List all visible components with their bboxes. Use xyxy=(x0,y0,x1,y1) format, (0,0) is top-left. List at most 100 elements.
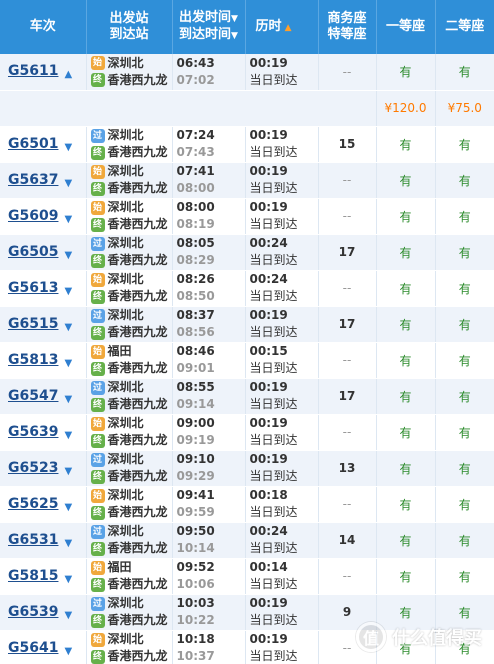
expand-down-icon[interactable]: ▼ xyxy=(64,394,72,405)
table-row[interactable]: G5611 ▲ 始深圳北终香港西九龙 06:43 07:02 00:19 当日到达 -- 有有 xyxy=(0,54,494,91)
second-class-seat-cell: 有 xyxy=(435,486,494,523)
departure-time: 08:00 xyxy=(176,200,215,214)
arrival-note: 当日到达 xyxy=(249,361,298,375)
arrival-note: 当日到达 xyxy=(249,505,298,519)
expand-down-icon[interactable]: ▼ xyxy=(64,214,72,225)
sort-down-icon[interactable]: ▼ xyxy=(231,14,238,24)
col-time-header[interactable]: 出发时间▼ 到达时间▼ xyxy=(172,0,246,54)
table-row[interactable]: G5637 ▼ 始深圳北终香港西九龙 07:41 08:00 00:19 当日到达 -- 有有 xyxy=(0,162,494,199)
train-number-link[interactable]: G5625 xyxy=(8,496,58,512)
expand-down-icon[interactable]: ▼ xyxy=(64,538,72,549)
expand-down-icon[interactable]: ▼ xyxy=(64,322,72,333)
to-station: 香港西九龙 xyxy=(107,541,168,555)
expand-down-icon[interactable]: ▼ xyxy=(64,286,72,297)
to-station: 香港西九龙 xyxy=(107,469,168,483)
through-station-icon: 过 xyxy=(90,596,105,611)
table-row[interactable]: G5613 ▼ 始深圳北终香港西九龙 08:26 08:50 00:24 当日到达 -- 有有 xyxy=(0,270,494,307)
expand-down-icon[interactable]: ▼ xyxy=(64,646,72,657)
col-dep-time-label: 出发时间 xyxy=(179,10,232,25)
first-class-seat-cell: 有 xyxy=(376,270,436,307)
from-station: 深圳北 xyxy=(107,632,144,646)
table-row[interactable]: G6515 ▼ 过深圳北终香港西九龙 08:37 08:56 00:19 当日到达 17 有有 xyxy=(0,306,494,343)
first-class-seat-cell: 有 xyxy=(376,342,436,379)
duration-cell: 00:19 当日到达 xyxy=(245,162,319,199)
departure-time: 09:52 xyxy=(176,560,215,574)
expand-down-icon[interactable]: ▼ xyxy=(64,250,72,261)
train-number-link[interactable]: G6531 xyxy=(8,532,58,548)
departure-time: 07:24 xyxy=(176,128,215,142)
departure-time: 08:05 xyxy=(176,236,215,250)
col-arr-time-label: 到达时间 xyxy=(179,27,232,42)
through-station-icon: 过 xyxy=(90,524,105,539)
table-row[interactable]: G5815 ▼ 始福田终香港西九龙 09:52 10:06 00:14 当日到达 -- 有有 xyxy=(0,558,494,595)
table-row[interactable]: G6505 ▼ 过深圳北终香港西九龙 08:05 08:29 00:24 当日到达 17 有有 xyxy=(0,234,494,271)
train-number-link[interactable]: G6505 xyxy=(8,244,58,260)
col-duration-header[interactable]: 历时 ▲ xyxy=(245,0,319,54)
to-station: 香港西九龙 xyxy=(107,72,168,87)
expand-down-icon[interactable]: ▼ xyxy=(64,466,72,477)
duration-cell: 00:19 当日到达 xyxy=(245,54,319,91)
start-station-icon: 始 xyxy=(90,200,105,215)
table-row[interactable]: G6547 ▼ 过深圳北终香港西九龙 08:55 09:14 00:19 当日到达 17 有有 xyxy=(0,378,494,415)
expand-down-icon[interactable]: ▼ xyxy=(64,178,72,189)
table-row[interactable]: G6539 ▼ 过深圳北终香港西九龙 10:03 10:22 00:19 当日到达 9 有有 xyxy=(0,594,494,631)
table-row[interactable]: G5813 ▼ 始福田终香港西九龙 08:46 09:01 00:15 当日到达 -- 有有 xyxy=(0,342,494,379)
train-number-link[interactable]: G5613 xyxy=(8,280,58,296)
col-business-label: 商务座 xyxy=(327,11,367,26)
train-number-link[interactable]: G6523 xyxy=(8,460,58,476)
station-cell: 始深圳北终香港西九龙 xyxy=(86,54,173,91)
train-number-link[interactable]: G5637 xyxy=(8,172,58,188)
table-row[interactable]: G6501 ▼ 过深圳北终香港西九龙 07:24 07:43 00:19 当日到达 15 有有 xyxy=(0,126,494,163)
station-cell: 始深圳北终香港西九龙 xyxy=(86,198,173,235)
col-train-header[interactable]: 车次 xyxy=(0,0,87,54)
from-station: 深圳北 xyxy=(107,596,144,610)
business-seat-cell: 9 xyxy=(318,594,377,631)
train-number-link[interactable]: G6539 xyxy=(8,604,58,620)
time-cell: 10:18 10:37 xyxy=(172,630,246,664)
duration-value: 00:19 xyxy=(249,128,288,142)
table-row[interactable]: G6531 ▼ 过深圳北终香港西九龙 09:50 10:14 00:24 当日到达 14 有有 xyxy=(0,522,494,559)
end-station-icon: 终 xyxy=(90,613,105,628)
arrival-note: 当日到达 xyxy=(249,541,298,555)
through-station-icon: 过 xyxy=(90,128,105,143)
expand-down-icon[interactable]: ▼ xyxy=(64,610,72,621)
sort-down-icon[interactable]: ▼ xyxy=(231,31,238,41)
duration-cell: 00:14 当日到达 xyxy=(245,558,319,595)
expand-down-icon[interactable]: ▼ xyxy=(64,142,72,153)
train-number-link[interactable]: G5813 xyxy=(8,352,58,368)
first-class-seat-cell: 有 xyxy=(376,414,436,451)
train-number-link[interactable]: G6547 xyxy=(8,388,58,404)
expand-down-icon[interactable]: ▼ xyxy=(64,502,72,513)
col-duration-label: 历时 xyxy=(255,18,282,34)
to-station: 香港西九龙 xyxy=(107,145,168,159)
arrival-time: 07:43 xyxy=(176,145,215,159)
table-row[interactable]: G5609 ▼ 始深圳北终香港西九龙 08:00 08:19 00:19 当日到达 -- 有有 xyxy=(0,198,494,235)
expand-down-icon[interactable]: ▼ xyxy=(64,430,72,441)
train-number-link[interactable]: G5639 xyxy=(8,424,58,440)
departure-time: 09:50 xyxy=(176,524,215,538)
table-row[interactable]: G5639 ▼ 始深圳北终香港西九龙 09:00 09:19 00:19 当日到达 -- 有有 xyxy=(0,414,494,451)
train-number-link[interactable]: G6501 xyxy=(8,136,58,152)
duration-cell: 00:19 当日到达 xyxy=(245,630,319,664)
train-number-link[interactable]: G5815 xyxy=(8,568,58,584)
train-number-link[interactable]: G5611 xyxy=(8,63,58,79)
train-number-link[interactable]: G6515 xyxy=(8,316,58,332)
from-station: 深圳北 xyxy=(107,488,144,502)
train-number-link[interactable]: G5641 xyxy=(8,640,58,656)
table-row[interactable]: G5641 ▼ 始深圳北终香港西九龙 10:18 10:37 00:19 当日到达 -- 有有 xyxy=(0,630,494,664)
first-class-seat-cell: 有 xyxy=(376,522,436,559)
duration-cell: 00:19 当日到达 xyxy=(245,414,319,451)
train-number-link[interactable]: G5609 xyxy=(8,208,58,224)
table-row[interactable]: G6523 ▼ 过深圳北终香港西九龙 09:10 09:29 00:19 当日到达 13 有有 xyxy=(0,450,494,487)
train-number-cell: G5611 ▲ xyxy=(0,54,87,91)
sort-up-icon[interactable]: ▲ xyxy=(282,23,292,33)
first-class-seat-cell: 有 xyxy=(376,198,436,235)
departure-time: 07:41 xyxy=(176,164,215,178)
collapse-up-icon[interactable]: ▲ xyxy=(64,69,72,80)
arrival-note: 当日到达 xyxy=(249,577,298,591)
expand-down-icon[interactable]: ▼ xyxy=(64,574,72,585)
second-class-seat-cell: 有 xyxy=(435,594,494,631)
expand-down-icon[interactable]: ▼ xyxy=(64,358,72,369)
table-row[interactable]: G5625 ▼ 始深圳北终香港西九龙 09:41 09:59 00:18 当日到达 -- 有有 xyxy=(0,486,494,523)
train-number-cell: G5813 ▼ xyxy=(0,342,87,379)
